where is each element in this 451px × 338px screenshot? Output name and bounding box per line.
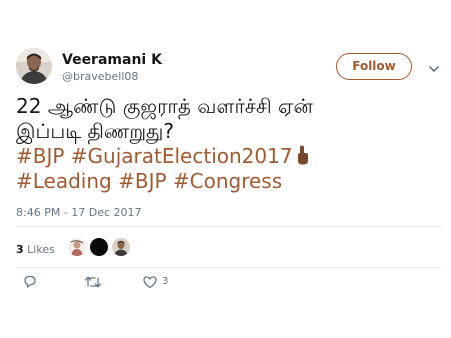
follow-button[interactable]: Follow (336, 53, 412, 80)
reply-icon[interactable] (22, 274, 38, 290)
tweet-header: Veeramani K @bravebell08 Follow (16, 42, 441, 92)
hashtag-link[interactable]: #BJP (118, 169, 166, 193)
hashtag-line: #Leading #BJP #Congress (16, 169, 436, 194)
likes-label: Likes (27, 243, 55, 256)
likes-count: 3 (16, 243, 24, 256)
heart-icon[interactable] (142, 274, 158, 290)
avatar[interactable] (16, 48, 52, 84)
pointing-finger-emoji-icon (296, 145, 309, 165)
tweet-text: 22 ஆண்டு குஜராத் வளர்ச்சி ஏன் இப்படி திண… (16, 94, 436, 194)
tweet-text-line: 22 ஆண்டு குஜராத் வளர்ச்சி ஏன் (16, 94, 313, 118)
tweet-timestamp[interactable]: 8:46 PM - 17 Dec 2017 (16, 206, 142, 219)
chevron-down-icon[interactable] (428, 60, 440, 73)
divider (16, 267, 441, 268)
divider (16, 226, 441, 227)
retweet-icon[interactable] (84, 274, 102, 290)
hashtag-link[interactable]: #Congress (173, 169, 282, 193)
tweet-stats: 3 Likes (16, 233, 441, 267)
user-handle[interactable]: @bravebell08 (62, 70, 138, 84)
user-name[interactable]: Veeramani K (62, 52, 162, 68)
tweet-card: Veeramani K @bravebell08 Follow 22 ஆண்டு… (16, 42, 441, 289)
hashtag-link[interactable]: #Leading (16, 169, 112, 193)
hashtag-link[interactable]: #GujaratElection2017 (71, 144, 293, 168)
likes-summary[interactable]: 3 Likes (16, 243, 55, 256)
hashtag-line: #BJP #GujaratElection2017 (16, 144, 436, 169)
like-count: 3 (162, 276, 169, 287)
liker-avatar[interactable] (90, 238, 108, 256)
tweet-actions: 3 (16, 274, 441, 294)
tweet-text-line: இப்படி திணறுது? (16, 119, 175, 143)
hashtag-link[interactable]: #BJP (16, 144, 64, 168)
liker-avatar[interactable] (112, 238, 130, 256)
liker-avatar[interactable] (68, 238, 86, 256)
